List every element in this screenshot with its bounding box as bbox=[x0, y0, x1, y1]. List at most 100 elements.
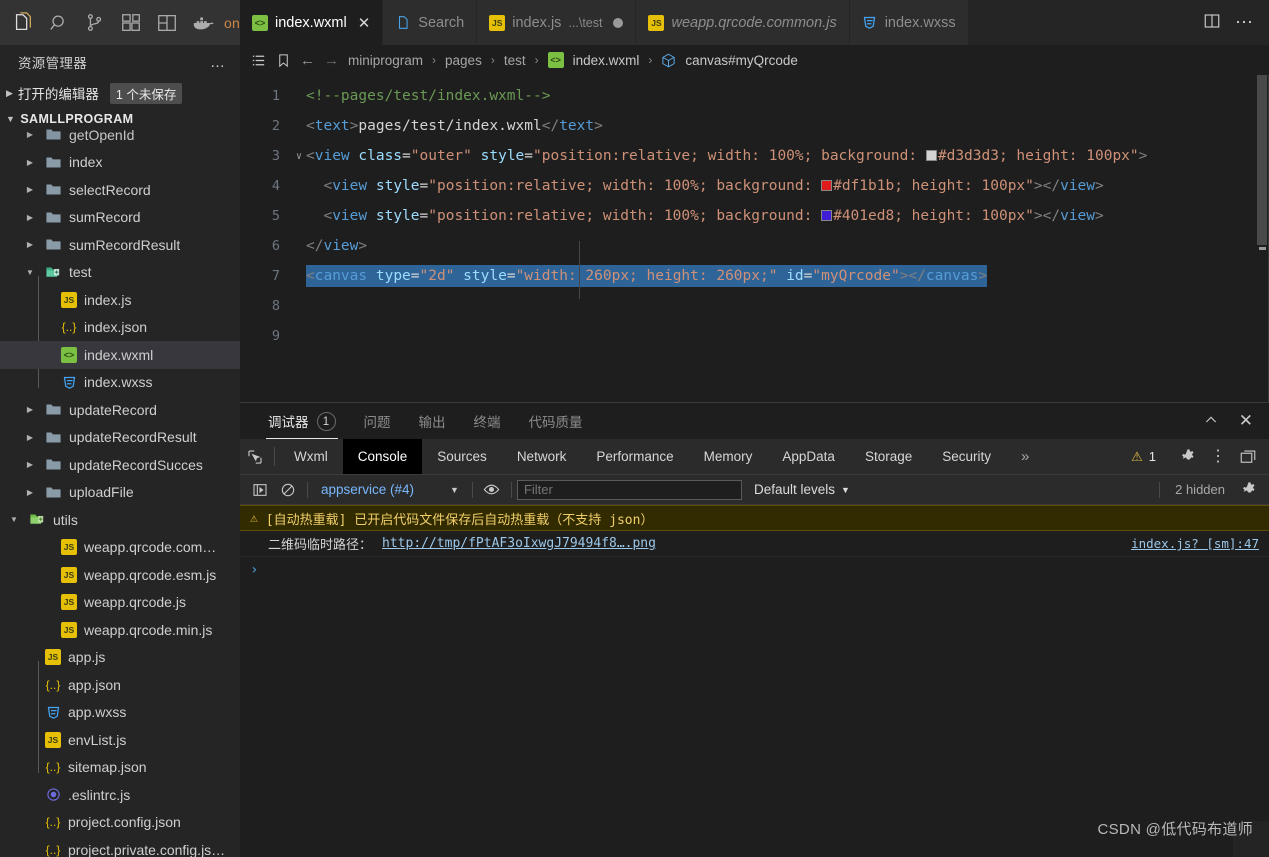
devtools-tab-sources[interactable]: Sources bbox=[422, 439, 502, 474]
console-prompt[interactable]: › bbox=[240, 557, 1269, 583]
panel-tab[interactable]: 代码质量 bbox=[515, 403, 597, 439]
chevron-right-icon[interactable]: ▶ bbox=[22, 460, 38, 469]
color-swatch[interactable] bbox=[821, 180, 832, 191]
chevron-right-icon[interactable]: ▶ bbox=[22, 405, 38, 414]
extensions-icon[interactable] bbox=[114, 3, 147, 43]
close-icon[interactable]: ✕ bbox=[358, 14, 371, 32]
tree-file-row[interactable]: app.wxss bbox=[0, 699, 240, 727]
panel-tab[interactable]: 输出 bbox=[405, 403, 460, 439]
code-lines[interactable]: 1<!--pages/test/index.wxml-->2<text>page… bbox=[240, 75, 1269, 402]
fold-toggle-icon[interactable]: ∨ bbox=[292, 151, 306, 162]
tree-folder-row[interactable]: ▶ updateRecordResult bbox=[0, 424, 240, 452]
dirty-indicator-icon[interactable] bbox=[613, 18, 623, 28]
breadcrumb-item-pages[interactable]: pages bbox=[445, 53, 482, 68]
devtools-tab-appdata[interactable]: AppData bbox=[767, 439, 850, 474]
tree-folder-row[interactable]: ▶ selectRecord bbox=[0, 176, 240, 204]
navigate-forward-icon[interactable]: → bbox=[324, 52, 339, 69]
console-message-link[interactable]: http://tmp/fPtAF3oIxwgJ79494f8….png bbox=[382, 536, 656, 551]
color-swatch[interactable] bbox=[821, 210, 832, 221]
devtools-tab-performance[interactable]: Performance bbox=[581, 439, 688, 474]
eye-icon[interactable] bbox=[478, 475, 506, 505]
bookmark-icon[interactable] bbox=[276, 52, 291, 69]
outline-icon[interactable] bbox=[250, 52, 267, 69]
code-line[interactable]: 2<text>pages/test/index.wxml</text> bbox=[240, 111, 1269, 141]
open-editors-section[interactable]: ▶ 打开的编辑器 1 个未保存 bbox=[0, 79, 240, 107]
warning-count[interactable]: ⚠ 1 bbox=[1123, 449, 1164, 465]
chevron-right-icon[interactable]: ▶ bbox=[22, 213, 38, 222]
docker-icon[interactable] bbox=[186, 3, 219, 43]
chevron-right-icon[interactable]: ▶ bbox=[22, 433, 38, 442]
tab-search[interactable]: Search bbox=[383, 0, 477, 45]
tree-folder-row[interactable]: ▶ uploadFile bbox=[0, 479, 240, 507]
console-output[interactable]: ⚠ [自动热重载] 已开启代码文件保存后自动热重载（不支持 json） 二维码临… bbox=[240, 505, 1269, 857]
navigate-back-icon[interactable]: ← bbox=[300, 52, 315, 69]
tree-file-row[interactable]: JSenvList.js bbox=[0, 726, 240, 754]
code-text[interactable]: <view style="position:relative; width: 1… bbox=[306, 208, 1104, 224]
close-panel-icon[interactable]: ✕ bbox=[1239, 411, 1253, 431]
files-icon[interactable] bbox=[6, 3, 39, 43]
tree-file-row[interactable]: {..}project.private.config.js… bbox=[0, 836, 240, 857]
tree-folder-row[interactable]: ▶ updateRecordSucces bbox=[0, 451, 240, 479]
code-text[interactable]: <text>pages/test/index.wxml</text> bbox=[306, 118, 603, 134]
color-swatch[interactable] bbox=[926, 150, 937, 161]
chevron-down-icon[interactable]: ▼ bbox=[6, 515, 22, 524]
more-vertical-icon[interactable]: ⋮ bbox=[1203, 439, 1233, 475]
tree-file-row[interactable]: {..}sitemap.json bbox=[0, 754, 240, 782]
chevron-down-icon[interactable]: ▼ bbox=[22, 268, 38, 277]
tree-file-row[interactable]: JSweapp.qrcode.js bbox=[0, 589, 240, 617]
file-tree[interactable]: ▶ getOpenId▶ index▶ selectRecord▶ sumRec… bbox=[0, 121, 240, 857]
tree-folder-row[interactable]: ▶ index bbox=[0, 149, 240, 177]
panel-tab[interactable]: 调试器1 bbox=[254, 403, 350, 439]
tree-file-row[interactable]: {..}index.json bbox=[0, 314, 240, 342]
devtools-tab-memory[interactable]: Memory bbox=[689, 439, 768, 474]
tree-file-row[interactable]: JSweapp.qrcode.min.js bbox=[0, 616, 240, 644]
code-line[interactable]: 6</view> bbox=[240, 231, 1269, 261]
tree-file-row[interactable]: JSweapp.qrcode.esm.js bbox=[0, 561, 240, 589]
breadcrumb-item-canvas[interactable]: canvas#myQrcode bbox=[685, 53, 798, 68]
tree-folder-row[interactable]: ▶ sumRecordResult bbox=[0, 231, 240, 259]
breadcrumb-item-test[interactable]: test bbox=[504, 53, 526, 68]
dock-panel-icon[interactable] bbox=[1233, 439, 1263, 475]
panel-tab[interactable]: 终端 bbox=[460, 403, 515, 439]
breadcrumb-item-index-wxml[interactable]: index.wxml bbox=[573, 53, 640, 68]
inspect-element-icon[interactable] bbox=[240, 439, 270, 475]
chevron-right-icon[interactable]: ▶ bbox=[22, 130, 38, 139]
console-message-log[interactable]: 二维码临时路径： http://tmp/fPtAF3oIxwgJ79494f8…… bbox=[240, 531, 1269, 557]
tree-file-row[interactable]: {..}project.config.json bbox=[0, 809, 240, 837]
tree-file-row[interactable]: JSweapp.qrcode.com… bbox=[0, 534, 240, 562]
execute-icon[interactable] bbox=[246, 475, 274, 505]
settings-gear-icon[interactable] bbox=[1235, 475, 1263, 505]
split-editor-icon[interactable] bbox=[1203, 12, 1221, 33]
tree-folder-row[interactable]: ▶ sumRecord bbox=[0, 204, 240, 232]
editor-scrollbar[interactable] bbox=[1255, 75, 1269, 402]
explorer-more-icon[interactable]: … bbox=[210, 54, 226, 71]
tree-file-row[interactable]: <>index.wxml bbox=[0, 341, 240, 369]
tree-file-row[interactable]: JSapp.js bbox=[0, 644, 240, 672]
code-line[interactable]: 3∨<view class="outer" style="position:re… bbox=[240, 141, 1269, 171]
layout-icon[interactable] bbox=[150, 3, 183, 43]
code-line[interactable]: 8 bbox=[240, 291, 1269, 321]
code-line[interactable]: 5 <view style="position:relative; width:… bbox=[240, 201, 1269, 231]
more-actions-icon[interactable]: ⋯ bbox=[1235, 12, 1255, 33]
devtools-tab-wxml[interactable]: Wxml bbox=[279, 439, 343, 474]
collapse-panel-icon[interactable] bbox=[1203, 412, 1219, 431]
devtools-tab-storage[interactable]: Storage bbox=[850, 439, 927, 474]
console-message-warning[interactable]: ⚠ [自动热重载] 已开启代码文件保存后自动热重载（不支持 json） bbox=[240, 505, 1269, 531]
code-text[interactable]: </view> bbox=[306, 238, 367, 254]
chevron-right-icon[interactable]: ▶ bbox=[22, 185, 38, 194]
tab-weapp-qrcode-common-js[interactable]: JS weapp.qrcode.common.js bbox=[636, 0, 849, 45]
tree-file-row[interactable]: {..}app.json bbox=[0, 671, 240, 699]
console-message-source[interactable]: index.js? [sm]:47 bbox=[1131, 536, 1259, 551]
chevron-right-icon[interactable]: ▶ bbox=[22, 158, 38, 167]
devtools-overflow-icon[interactable]: » bbox=[1006, 439, 1044, 474]
tab-index-js[interactable]: JS index.js ...\test bbox=[477, 0, 636, 45]
tree-folder-row[interactable]: ▶ getOpenId bbox=[0, 121, 240, 149]
scrollbar-thumb[interactable] bbox=[1257, 75, 1267, 245]
code-line[interactable]: 9 bbox=[240, 321, 1269, 351]
chevron-right-icon[interactable]: ▶ bbox=[22, 240, 38, 249]
tree-file-row[interactable]: index.wxss bbox=[0, 369, 240, 397]
tree-file-row[interactable]: JSindex.js bbox=[0, 286, 240, 314]
console-context-select[interactable]: appservice (#4) ▼ bbox=[313, 482, 467, 497]
code-editor[interactable]: 1<!--pages/test/index.wxml-->2<text>page… bbox=[240, 75, 1269, 402]
tree-folder-row[interactable]: ▼ utils bbox=[0, 506, 240, 534]
